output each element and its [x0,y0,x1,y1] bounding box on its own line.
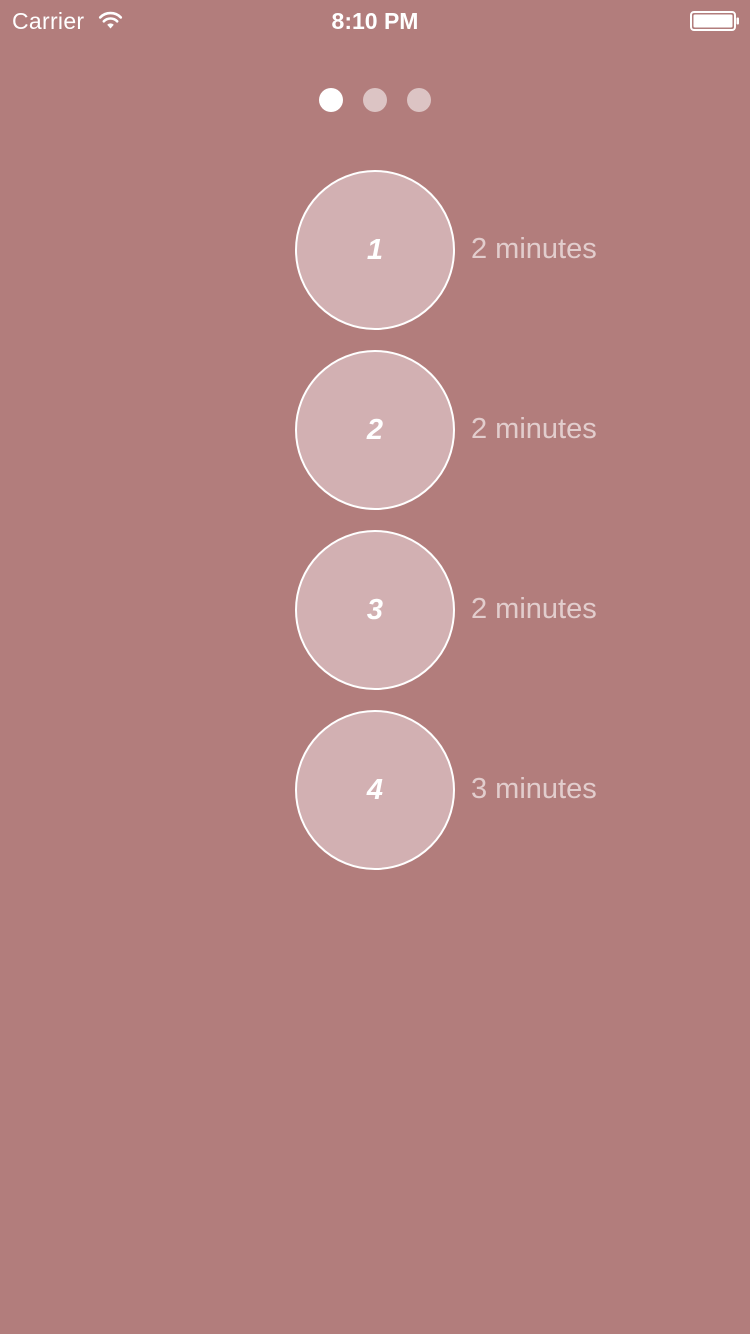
step-number: 1 [366,233,384,266]
status-bar: Carrier 8:10 PM [0,0,750,40]
step-number: 4 [366,773,384,806]
step-duration: 2 minutes [471,233,597,265]
step-row-4: 4 3 minutes [0,710,750,870]
step-duration: 3 minutes [471,773,597,805]
step-row-1: 1 2 minutes [0,170,750,330]
page-dot-3[interactable] [407,88,431,112]
step-number: 3 [366,593,384,626]
page-indicator[interactable] [319,88,431,112]
step-4-button[interactable]: 4 [295,710,455,870]
step-duration: 2 minutes [471,593,597,625]
step-duration: 2 minutes [471,413,597,445]
page-dot-2[interactable] [363,88,387,112]
step-1-button[interactable]: 1 [295,170,455,330]
status-time: 8:10 PM [331,8,419,34]
step-3-button[interactable]: 3 [295,530,455,690]
step-number: 2 [366,413,384,446]
page-dot-1[interactable] [319,88,343,112]
battery-icon [690,11,739,31]
step-row-2: 2 2 minutes [0,350,750,510]
step-2-button[interactable]: 2 [295,350,455,510]
step-row-3: 3 2 minutes [0,530,750,690]
